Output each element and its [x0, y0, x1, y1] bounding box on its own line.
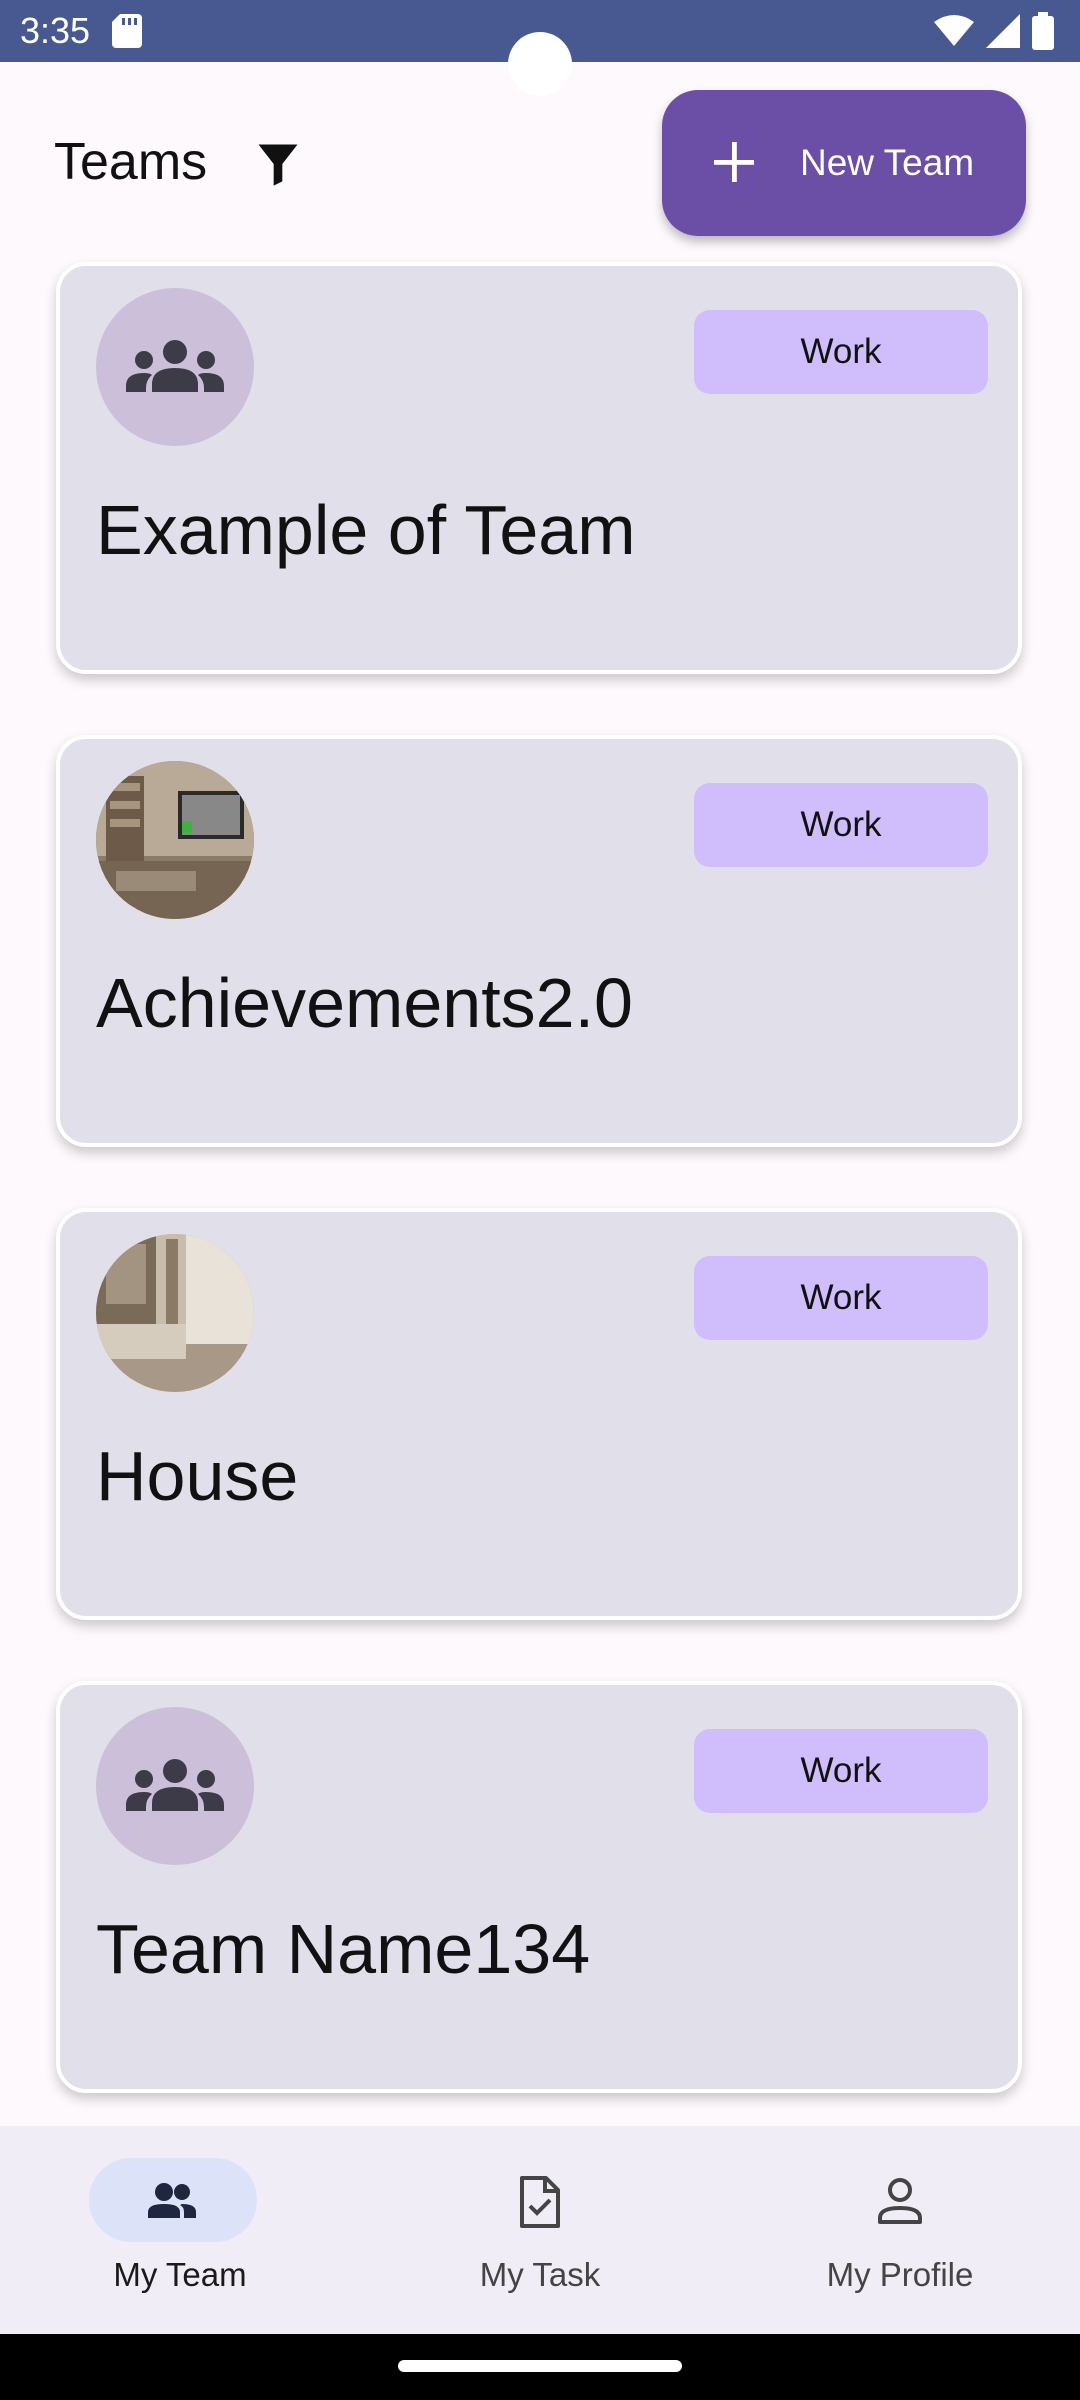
- team-tag: Work: [694, 1729, 988, 1813]
- filter-icon[interactable]: [252, 138, 304, 190]
- status-time: 3:35: [20, 10, 91, 51]
- new-team-button[interactable]: New Team: [662, 90, 1026, 236]
- new-team-label: New Team: [800, 142, 975, 183]
- team-card[interactable]: Work House: [56, 1208, 1022, 1620]
- team-avatar: [96, 288, 254, 446]
- task-icon: [520, 2176, 560, 2228]
- team-tag: Work: [694, 310, 988, 394]
- nav-item-my-task[interactable]: My Task: [360, 2126, 720, 2334]
- team-avatar: [96, 1707, 254, 1865]
- team-card[interactable]: Work Achievements2.0: [56, 735, 1022, 1147]
- room-photo: [96, 761, 254, 919]
- page-title: Teams: [54, 133, 208, 191]
- home-handle[interactable]: [398, 2360, 682, 2372]
- sd-card-icon: [112, 14, 142, 48]
- group-icon: [126, 1759, 224, 1811]
- team-name: Example of Team: [96, 491, 636, 569]
- nav-item-my-profile[interactable]: My Profile: [720, 2126, 1080, 2334]
- team-avatar-photo: [96, 1234, 254, 1392]
- team-card[interactable]: Work Example of Team: [56, 262, 1022, 674]
- nav-label: My Task: [479, 2256, 601, 2293]
- team-avatar-photo: [96, 761, 254, 919]
- wifi-icon: [934, 15, 974, 46]
- nav-item-my-team[interactable]: My Team: [0, 2126, 360, 2334]
- signal-icon: [986, 14, 1020, 48]
- team-name: Team Name134: [96, 1910, 591, 1988]
- nav-label: My Profile: [826, 2256, 974, 2293]
- header: Teams New Team: [0, 62, 1080, 262]
- team-tag: Work: [694, 783, 988, 867]
- bottom-navigation: My Team My Task My Profile: [0, 2126, 1080, 2334]
- room-photo: [96, 1234, 254, 1392]
- group-icon: [126, 340, 224, 392]
- team-name: House: [96, 1437, 299, 1515]
- nav-label: My Team: [113, 2256, 247, 2293]
- group-icon: [148, 2183, 196, 2218]
- gesture-bar: [0, 2334, 1080, 2400]
- plus-icon: [714, 142, 754, 182]
- battery-icon: [1032, 12, 1054, 50]
- team-name: Achievements2.0: [96, 964, 633, 1042]
- team-card[interactable]: Work Team Name134: [56, 1681, 1022, 2093]
- person-icon: [878, 2178, 922, 2224]
- team-tag: Work: [694, 1256, 988, 1340]
